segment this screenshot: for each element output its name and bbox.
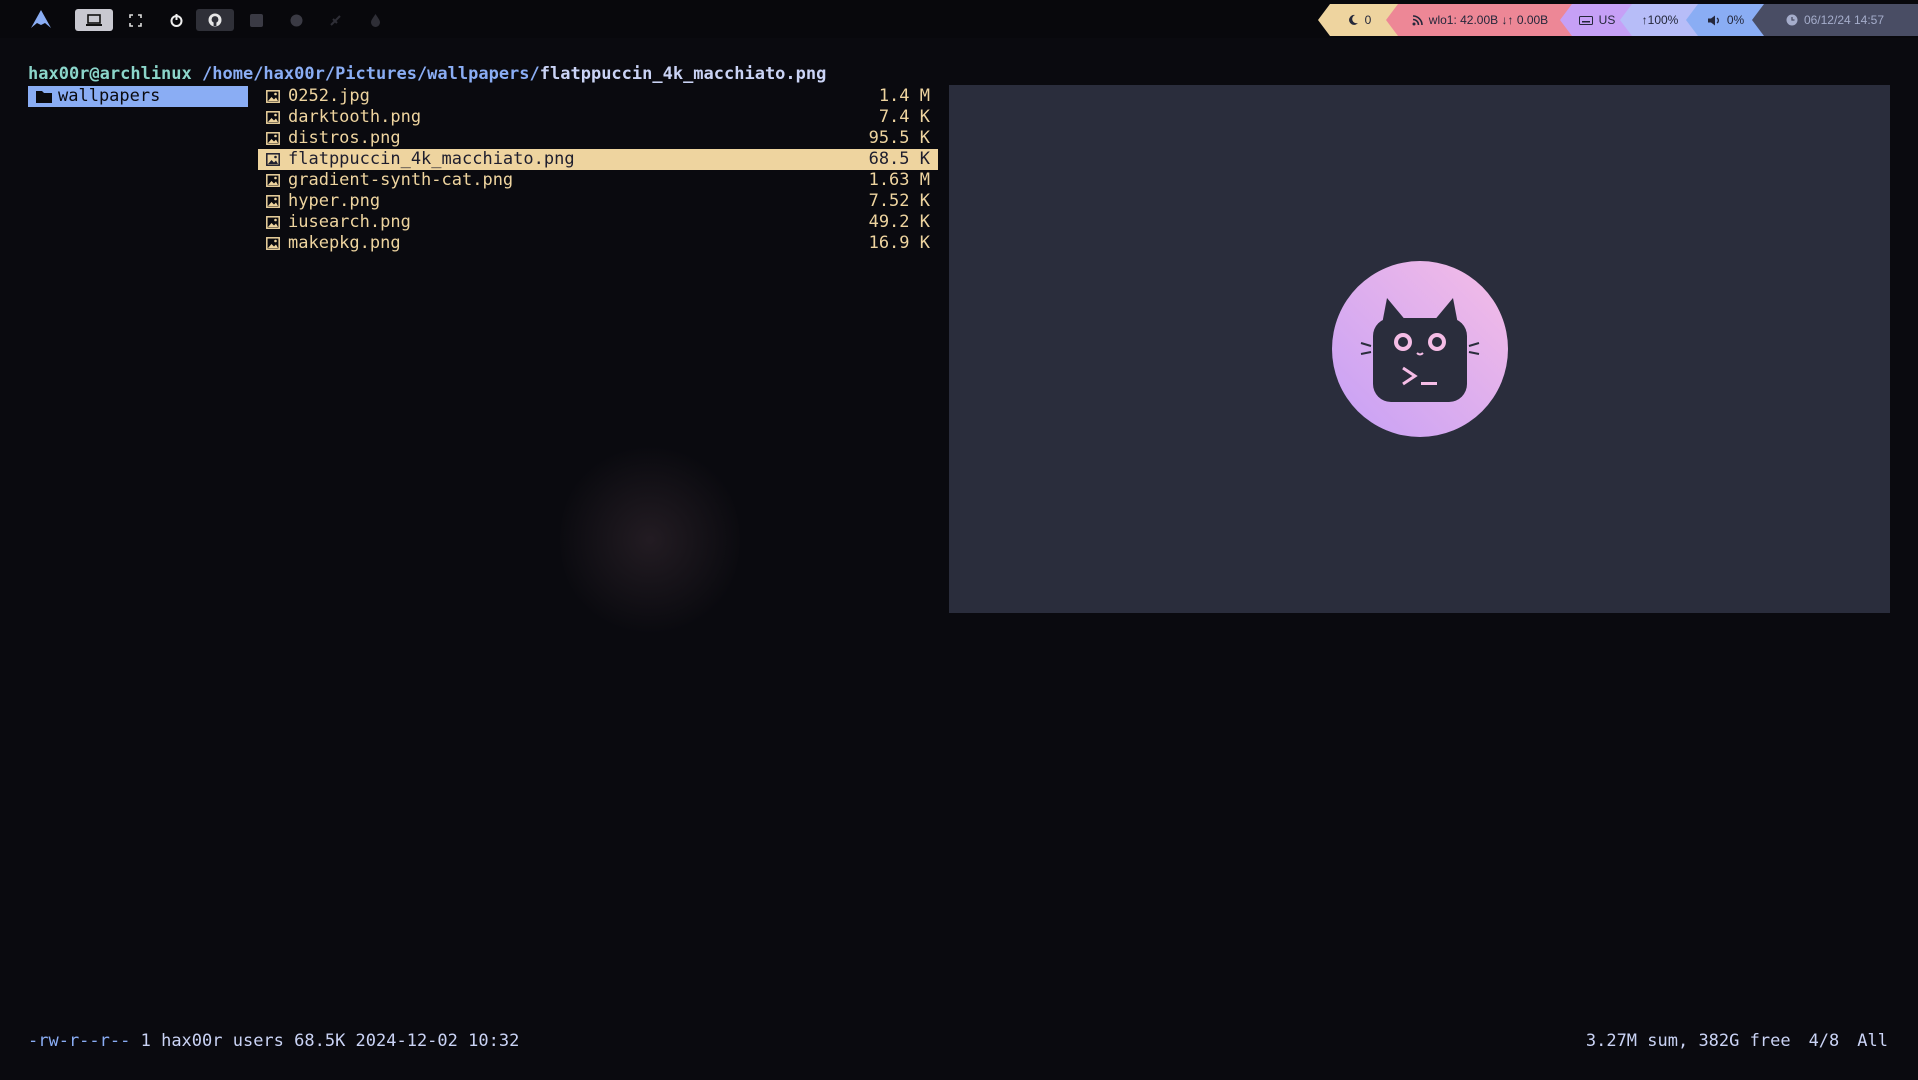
current-directory: /home/hax00r/Pictures/wallpapers/ [202,64,540,84]
ranger-path-line: hax00r@archlinux /home/hax00r/Pictures/w… [28,64,826,84]
file-row-selected[interactable]: flatppuccin_4k_macchiato.png 68.5 K [258,149,938,170]
wifi-icon [1412,15,1423,26]
file-name: makepkg.png [288,233,401,253]
workspace-5[interactable] [237,9,275,31]
workspace-4[interactable] [196,9,234,31]
file-permissions: -rw-r--r-- [28,1031,131,1051]
file-size: 49.2 K [868,212,930,232]
image-file-icon [266,174,280,187]
github-icon [208,13,222,27]
status-right: 3.27M sum, 382G free 4/8 All [1568,1031,1888,1051]
keyboard-layout: US [1598,13,1616,27]
file-position: 4/8 [1808,1031,1840,1051]
file-size: 16.9 K [868,233,930,253]
file-name: gradient-synth-cat.png [288,170,514,190]
power-icon [170,13,182,27]
terminal-icon [249,13,263,27]
file-name: hyper.png [288,191,381,211]
workspace-7[interactable] [316,9,354,31]
file-list: 0252.jpg 1.4 M darktooth.png 7.4 K distr… [258,86,938,254]
workspace-1[interactable] [75,9,113,31]
disk-summary: 3.27M sum, 382G free [1585,1031,1791,1051]
current-file: flatppuccin_4k_macchiato.png [539,64,827,84]
user-host: hax00r@archlinux [28,64,192,84]
network-module[interactable]: wlo1: 42.00B ↓↑ 0.00B [1386,4,1574,36]
image-file-icon [266,111,280,124]
flame-icon [370,13,380,27]
file-row[interactable]: distros.png 95.5 K [258,128,938,149]
image-file-icon [266,90,280,103]
file-row[interactable]: iusearch.png 49.2 K [258,212,938,233]
file-size: 95.5 K [868,128,930,148]
clock-text: 06/12/24 14:57 [1803,13,1885,27]
volume-text: 0% [1726,13,1745,27]
workspace-2[interactable] [116,9,154,31]
scroll-indicator: All [1857,1031,1888,1051]
file-info: 1 hax00r users 68.5K 2024-12-02 10:32 [140,1031,520,1051]
file-name: 0252.jpg [288,86,370,106]
clock-module[interactable]: 06/12/24 14:57 [1752,4,1918,36]
arch-logo-icon[interactable] [30,10,52,28]
image-file-icon [266,237,280,250]
file-row[interactable]: makepkg.png 16.9 K [258,233,938,254]
status-line: -rw-r--r-- 1 hax00r users 68.5K 2024-12-… [28,1031,519,1051]
notifications-count: 0 [1364,13,1372,27]
file-size: 7.52 K [868,191,930,211]
keyboard-icon [1579,16,1593,25]
moon-icon [1347,14,1359,26]
file-row[interactable]: gradient-synth-cat.png 1.63 M [258,170,938,191]
workspace-6[interactable] [277,9,315,31]
parent-dir-wallpapers[interactable]: wallpapers [28,86,248,107]
file-name: darktooth.png [288,107,422,127]
workspace-8[interactable] [356,9,394,31]
image-file-icon [266,132,280,145]
top-bar: 0 wlo1: 42.00B ↓↑ 0.00B US ↑100% 0% 06/1… [0,0,1918,38]
file-size: 7.4 K [878,107,930,127]
image-file-icon [266,216,280,229]
image-file-icon [266,195,280,208]
file-row[interactable]: 0252.jpg 1.4 M [258,86,938,107]
workspace-3[interactable] [157,9,195,31]
laptop-icon [86,14,102,26]
parent-dir-label: wallpapers [58,86,161,106]
file-size: 1.63 M [868,170,930,190]
folder-icon [36,91,52,103]
image-file-icon [266,153,280,166]
file-name: flatppuccin_4k_macchiato.png [288,149,575,169]
parent-column: wallpapers [28,86,248,107]
file-name: distros.png [288,128,401,148]
network-text: wlo1: 42.00B ↓↑ 0.00B [1428,13,1549,27]
circle-icon [290,14,302,26]
brightness-text: ↑100% [1641,13,1679,27]
image-preview [949,85,1890,613]
file-size: 68.5 K [868,149,930,169]
speaker-icon [1708,15,1721,26]
file-row[interactable]: hyper.png 7.52 K [258,191,938,212]
clock-icon [1786,14,1798,26]
background-glow [560,440,740,640]
plug-icon [329,14,341,26]
file-row[interactable]: darktooth.png 7.4 K [258,107,938,128]
file-size: 1.4 M [878,86,930,106]
expand-icon [128,13,142,27]
cat-terminal-logo-icon [1332,261,1508,437]
file-name: iusearch.png [288,212,411,232]
